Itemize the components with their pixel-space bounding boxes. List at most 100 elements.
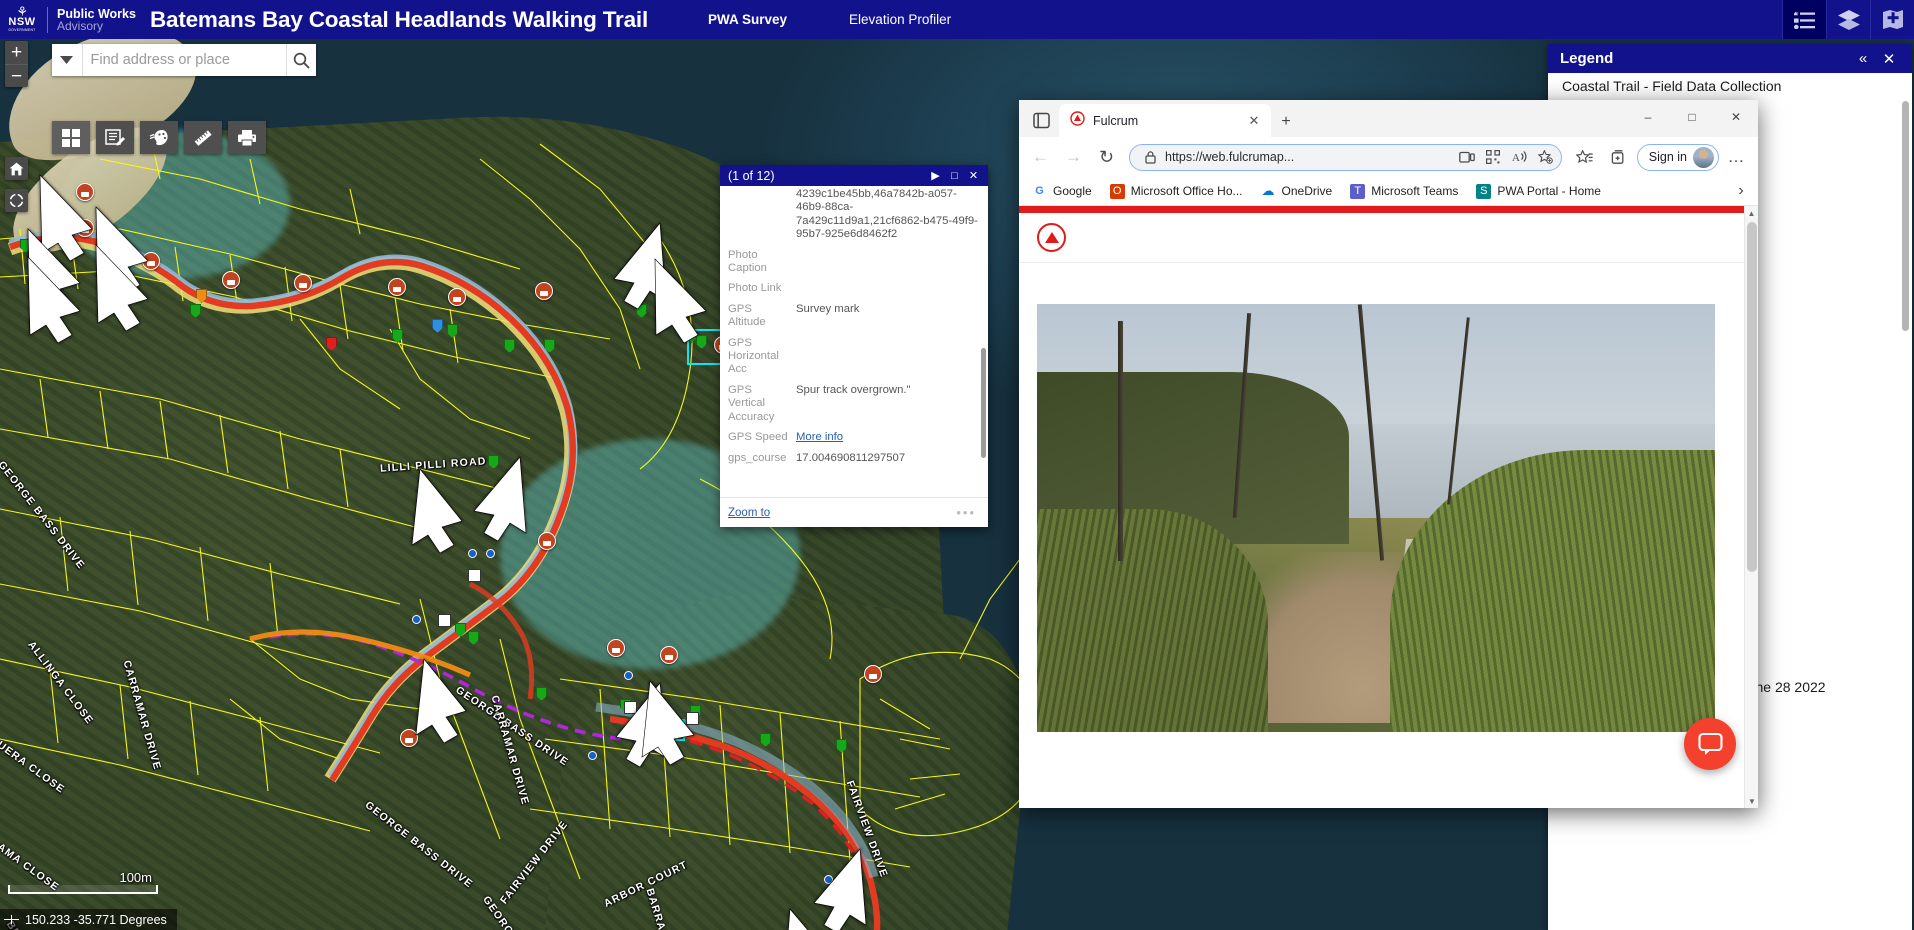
legend-scrollbar[interactable] [1902,101,1909,331]
layers-icon[interactable] [1826,0,1870,39]
attribute-key: GPS Horizontal Acc [728,336,779,376]
popup-more-actions-button[interactable]: ••• [956,505,976,520]
address-bar-url[interactable]: https://web.fulcrumap... [1165,150,1453,164]
read-aloud-icon[interactable]: A [1508,146,1531,169]
chevron-down-icon[interactable] [52,44,83,76]
map-marker-photo[interactable] [142,252,160,270]
scrollbar-thumb[interactable] [1747,222,1757,572]
map-marker-photo[interactable] [388,278,406,296]
forward-icon[interactable]: → [1058,142,1089,173]
chat-bubble-icon[interactable] [1684,718,1736,770]
bookmarks-overflow-icon[interactable]: › [1730,182,1752,200]
bookmark-onedrive[interactable]: ☁ OneDrive [1254,181,1340,202]
close-tab-button[interactable]: ✕ [1244,111,1264,131]
nav-item-elevation-profiler[interactable]: Elevation Profiler [849,12,951,27]
page-title: Batemans Bay Coastal Headlands Walking T… [149,6,649,32]
tab-search-icon[interactable] [1023,105,1059,136]
map-marker-selected[interactable] [468,569,481,582]
popup-scrollbar[interactable] [981,348,986,458]
close-window-button[interactable]: ✕ [1714,100,1758,133]
map-tool-strip[interactable] [52,121,266,154]
map-marker-survey-point[interactable] [468,549,477,558]
map-marker-survey-point[interactable] [486,549,495,558]
search-icon[interactable] [285,44,317,76]
header-nav: PWA Survey Elevation Profiler [708,12,951,27]
map-marker-survey-point[interactable] [412,615,421,624]
split-screen-icon[interactable] [1456,146,1479,169]
onedrive-icon: ☁ [1261,183,1275,198]
coordinate-readout[interactable]: 150.233 -35.771 Degrees [0,909,177,930]
map-marker-photo[interactable] [400,729,418,747]
add-favorite-icon[interactable] [1534,146,1557,169]
address-bar[interactable]: https://web.fulcrumap... A [1129,143,1562,171]
add-map-icon[interactable] [1870,0,1914,39]
map-marker-photo[interactable] [538,532,556,550]
attribute-table-button[interactable] [96,121,134,154]
next-feature-button[interactable]: ▶ [926,166,945,185]
scale-bar: 100m [8,870,158,894]
qr-code-icon[interactable] [1482,146,1505,169]
feature-popup[interactable]: (1 of 12) ▶ □ ✕ 4239c1be45bb,46a7842b-a0… [720,165,988,527]
maximize-window-button[interactable]: □ [1670,100,1714,133]
bookmark-teams[interactable]: T Microsoft Teams [1343,181,1465,202]
sign-in-button[interactable]: Sign in [1636,143,1719,171]
close-popup-button[interactable]: ✕ [964,166,983,185]
zoom-in-button[interactable]: + [5,41,28,64]
map-marker-survey-point[interactable] [824,875,833,884]
map-marker-selected[interactable] [438,614,451,627]
zoom-controls[interactable]: + − [5,41,28,87]
bookmark-office-home[interactable]: O Microsoft Office Ho... [1103,181,1250,202]
locate-icon[interactable] [5,189,28,212]
home-icon[interactable] [5,157,28,180]
search-bar[interactable] [52,44,316,76]
map-marker-photo[interactable] [660,646,678,664]
pwa-brand-line2: Advisory [57,18,104,33]
browser-more-icon[interactable]: … [1721,142,1752,173]
bookmark-pwa-portal[interactable]: S PWA Portal - Home [1469,181,1608,202]
map-marker-photo[interactable] [607,639,625,657]
favorites-icon[interactable] [1569,142,1600,173]
more-info-link[interactable]: More info [796,431,843,443]
zoom-to-link[interactable]: Zoom to [728,507,770,519]
map-marker-photo[interactable] [448,288,466,306]
fulcrum-logo-icon[interactable] [1037,223,1066,252]
map-marker-selected[interactable] [686,712,699,725]
basemap-gallery-button[interactable] [52,121,90,154]
browser-window[interactable]: Fulcrum ✕ + – □ ✕ ← → ↻ https://web.fulc… [1019,100,1758,808]
new-tab-button[interactable]: + [1271,106,1301,137]
scroll-down-button[interactable]: ▼ [1745,794,1758,808]
bookmark-google[interactable]: G Google [1025,181,1099,202]
map-marker-selected[interactable] [624,701,637,714]
map-marker-photo[interactable] [294,274,312,292]
map-marker-photo[interactable] [76,219,94,237]
print-button[interactable] [228,121,266,154]
collections-icon[interactable] [1602,142,1633,173]
header-right-icons [1782,0,1914,39]
back-icon[interactable]: ← [1025,142,1056,173]
browser-tab-fulcrum[interactable]: Fulcrum ✕ [1059,104,1271,137]
map-marker-survey-point[interactable] [588,751,597,760]
collapse-legend-button[interactable]: « [1850,50,1876,67]
map-marker-photo[interactable] [864,665,882,683]
attribute-key [728,188,796,242]
search-input[interactable] [82,52,286,68]
nav-item-pwa-survey[interactable]: PWA Survey [708,12,787,27]
legend-icon[interactable] [1782,0,1826,39]
map-marker-survey-point[interactable] [624,671,633,680]
browser-content[interactable]: ▲ ▼ [1019,206,1758,808]
draw-style-button[interactable] [140,121,178,154]
maximize-popup-button[interactable]: □ [945,166,964,185]
measure-button[interactable] [184,121,222,154]
fulcrum-top-accent-bar [1019,206,1758,213]
browser-page-scrollbar[interactable]: ▲ ▼ [1744,206,1758,808]
scroll-up-button[interactable]: ▲ [1745,206,1758,220]
minimize-window-button[interactable]: – [1626,100,1670,133]
attribute-row: GPS Horizontal Acc [728,337,978,377]
map-marker-photo[interactable] [222,271,240,289]
reload-icon[interactable]: ↻ [1091,142,1122,173]
map-marker-photo[interactable] [535,282,553,300]
zoom-out-button[interactable]: − [5,64,28,87]
close-legend-button[interactable]: ✕ [1876,50,1902,68]
map-marker-photo[interactable] [76,183,94,201]
feature-popup-body[interactable]: 4239c1be45bb,46a7842b-a057-46b9-88ca-7a4… [720,186,988,497]
